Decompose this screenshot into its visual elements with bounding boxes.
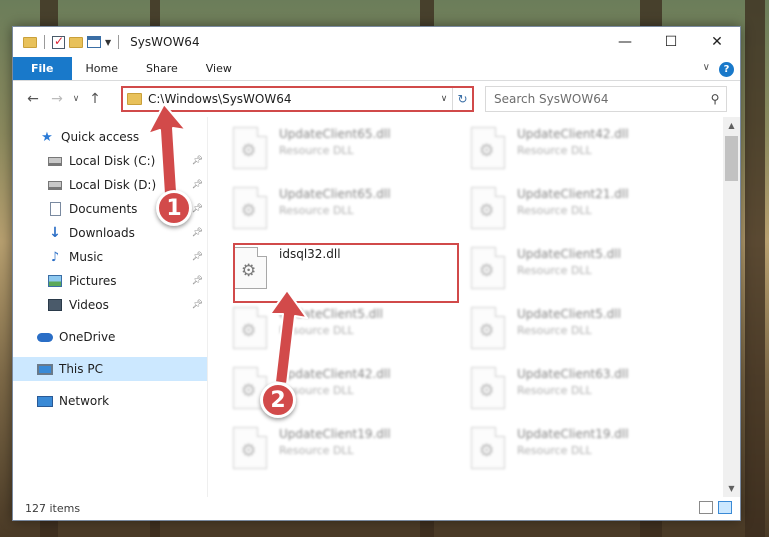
callout-2: 2 <box>260 382 296 418</box>
arrow-1 <box>147 103 187 195</box>
arrow-2 <box>269 289 308 385</box>
callout-1: 1 <box>156 190 192 226</box>
annotation-arrows <box>147 103 308 385</box>
